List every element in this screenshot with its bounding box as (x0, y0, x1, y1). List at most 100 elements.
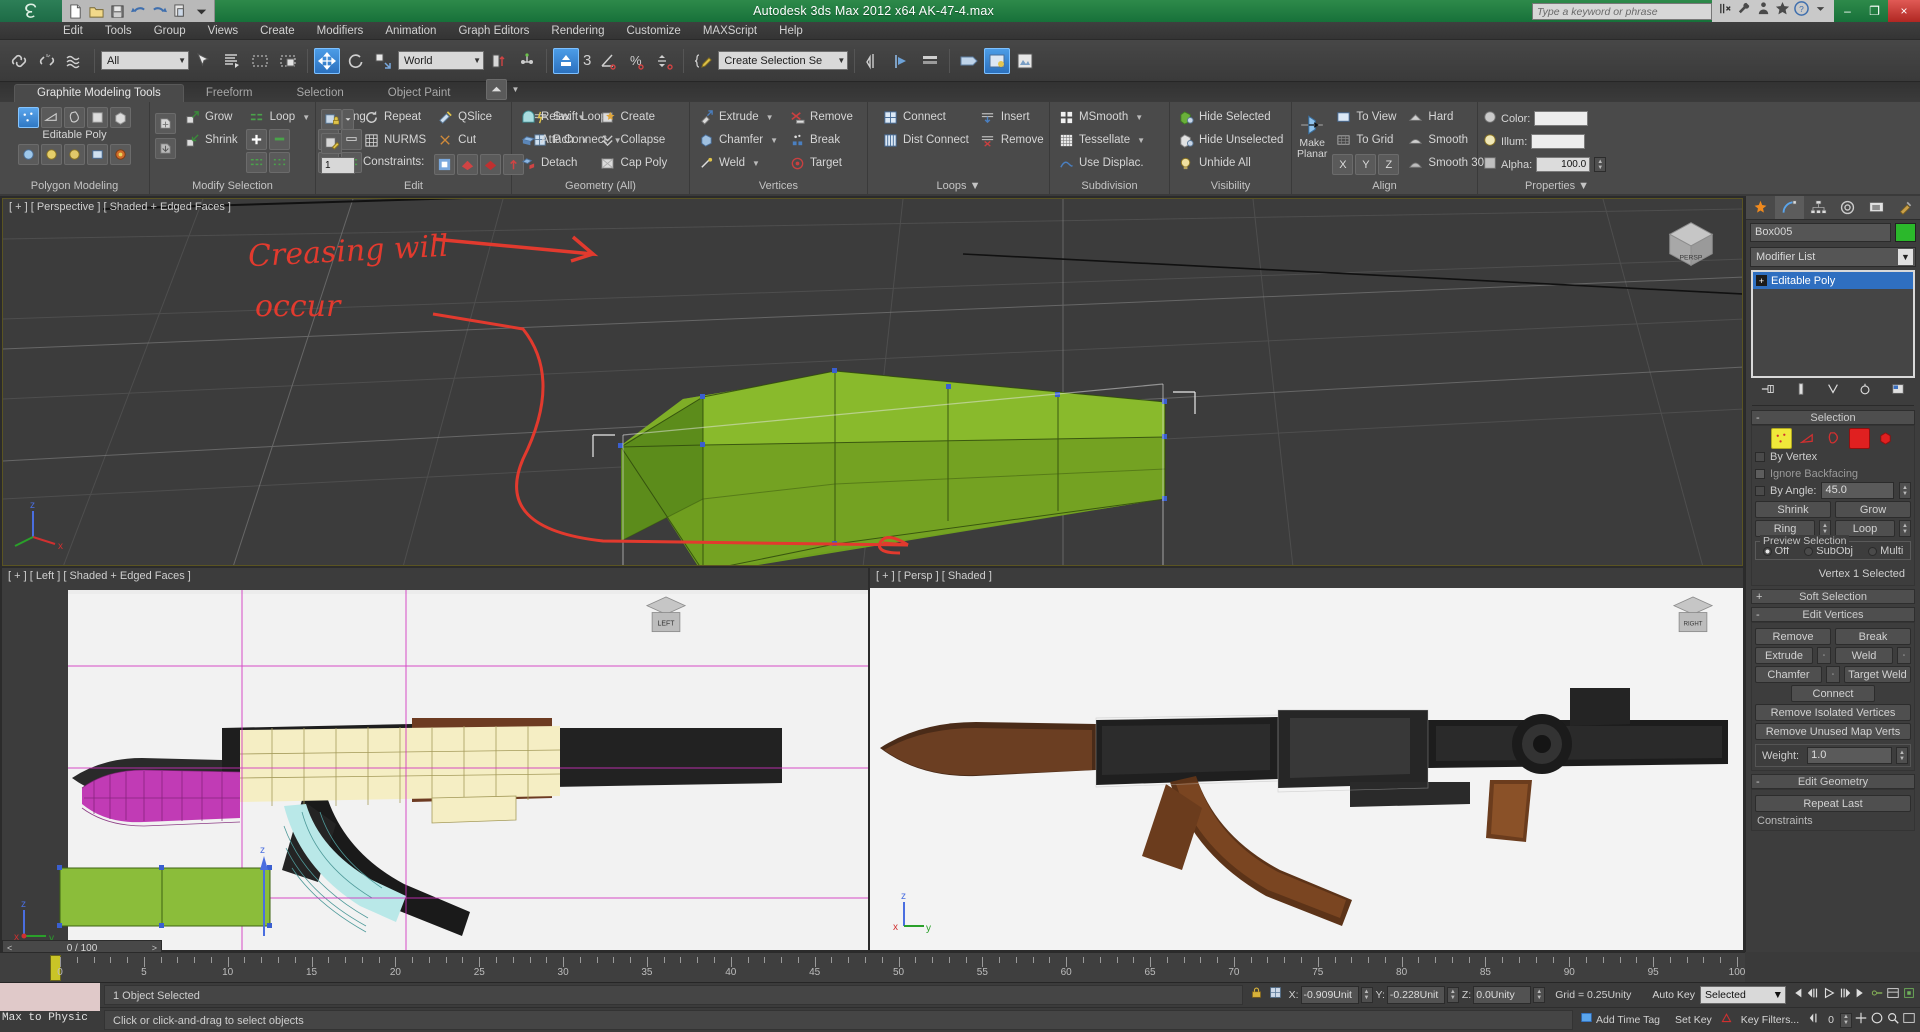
edit-lock-icon[interactable] (321, 109, 342, 130)
minimize-button[interactable]: – (1834, 0, 1861, 22)
collapse-button[interactable]: Collapse (597, 130, 671, 150)
add-time-tag-label[interactable]: Add Time Tag (1596, 1014, 1670, 1026)
help-icon-group[interactable]: ? (1712, 0, 1834, 22)
edit-paint-icon[interactable] (321, 133, 342, 154)
layer-manager-icon[interactable] (917, 48, 943, 74)
view-cube-perspective[interactable]: PERSP (1662, 215, 1720, 273)
chevron-down-icon[interactable]: ▼ (970, 180, 981, 192)
find-icon[interactable] (1718, 1, 1733, 21)
help-icon[interactable]: ? (1794, 1, 1809, 21)
element-subobject-icon[interactable] (110, 107, 131, 128)
constraint-face-icon[interactable] (480, 154, 502, 175)
edge-level-icon[interactable] (1797, 428, 1818, 449)
viewport-reference[interactable]: [ + ] [ Persp ] [ Shaded ] RIGHT z y x (870, 568, 1743, 950)
cap-poly-button[interactable]: Cap Poly (597, 153, 671, 173)
remove-button[interactable]: Remove (1755, 628, 1831, 645)
hard-button[interactable]: Hard (1404, 107, 1487, 127)
target-weld-button[interactable]: Target Weld (1844, 666, 1911, 683)
ignore-backfacing-checkbox[interactable] (1755, 468, 1765, 479)
by-angle-checkbox[interactable] (1755, 485, 1765, 496)
maxscript-mini-listener[interactable]: Max to Physic (0, 983, 100, 1032)
preview-multi-radio[interactable]: Multi (1868, 545, 1903, 557)
weld-settings-button[interactable]: ▫ (1897, 647, 1911, 664)
weight-row[interactable]: Weight: 1.0 ▲ ▼ (1755, 744, 1911, 767)
generate-topology-icon[interactable] (18, 144, 39, 165)
viewport-label-reference[interactable]: [ + ] [ Persp ] [ Shaded ] (876, 570, 992, 582)
show-end-result-icon[interactable] (1794, 382, 1808, 401)
modifier-list-combo[interactable]: Modifier List ▼ (1750, 247, 1916, 267)
chamfer-button[interactable]: Chamfer ▼ (695, 130, 781, 150)
dist-connect-button[interactable]: Dist Connect (879, 130, 972, 150)
target-weld-button[interactable]: Target (786, 153, 856, 173)
cut-button[interactable]: Cut (434, 130, 524, 150)
go-to-end-icon[interactable] (1854, 986, 1868, 1005)
tab-graphite-modeling-tools[interactable]: Graphite Modeling Tools (14, 84, 184, 102)
zoom-region-icon[interactable] (1886, 1011, 1900, 1030)
pan-view-icon[interactable] (1854, 1011, 1868, 1030)
modifier-stack[interactable]: + Editable Poly (1751, 270, 1915, 378)
display-tab-icon[interactable] (1862, 196, 1891, 219)
ignore-backfacing-checkbox-row[interactable]: Ignore Backfacing (1755, 465, 1911, 482)
rollout-header-soft-selection[interactable]: + Soft Selection (1751, 589, 1915, 604)
extrude-button[interactable]: Extrude (1755, 647, 1813, 664)
key-step-icon[interactable] (1808, 1011, 1822, 1030)
hide-selected-button[interactable]: Hide Selected (1175, 107, 1286, 127)
modifier-stack-item-editable-poly[interactable]: + Editable Poly (1753, 272, 1913, 289)
shrink-button[interactable]: Shrink (181, 130, 241, 150)
next-frame-icon[interactable] (1838, 986, 1852, 1005)
selection-filter-combo[interactable]: All ▼ (101, 51, 189, 70)
viewport-perspective[interactable]: [ + ] [ Perspective ] [ Shaded + Edged F… (2, 198, 1743, 566)
remove-vertex-button[interactable]: Remove (786, 107, 856, 127)
ribbon-tab-bar[interactable]: Graphite Modeling Tools Freeform Selecti… (0, 79, 1920, 102)
lock-selection-icon[interactable] (1247, 986, 1266, 1004)
select-and-manipulate-icon[interactable] (514, 48, 540, 74)
window-crossing-icon[interactable] (275, 48, 301, 74)
border-level-icon[interactable] (1823, 428, 1844, 449)
absolute-relative-toggle-icon[interactable] (1266, 986, 1285, 1004)
make-planar-button[interactable]: Make Planar (1297, 107, 1327, 165)
vertex-level-icon[interactable] (1770, 428, 1792, 449)
chevron-down-icon[interactable]: ▼ (1578, 180, 1589, 192)
grow-button[interactable]: Grow (181, 107, 241, 127)
by-angle-field[interactable]: 45.0 (1821, 482, 1894, 499)
add-time-tag-icon[interactable] (1577, 1011, 1596, 1029)
hierarchy-tab-icon[interactable] (1804, 196, 1833, 219)
edit-level-spinbox[interactable]: 1 (321, 157, 355, 174)
key-mode-combo[interactable]: Selected ▼ (1700, 986, 1786, 1004)
tab-object-paint[interactable]: Object Paint (366, 85, 473, 102)
use-displacement-button[interactable]: Use Displac. (1055, 153, 1148, 173)
extrude-weld-row[interactable]: Extrude ▫ Weld ▫ (1755, 647, 1911, 664)
loop-dot-right-icon[interactable] (268, 152, 290, 173)
alpha-field-row[interactable]: Alpha: 100.0 ▲ ▼ (1483, 155, 1607, 174)
quick-access-toolbar[interactable] (62, 0, 215, 22)
menu-item-tools[interactable]: Tools (94, 22, 143, 40)
qat-chevron-down-icon[interactable] (192, 2, 210, 20)
select-and-scale-icon[interactable] (370, 48, 396, 74)
graphite-ribbon[interactable]: Graphite Modeling Tools Freeform Selecti… (0, 79, 1920, 194)
extrude-settings-button[interactable]: ▫ (1817, 647, 1831, 664)
previous-frame-icon[interactable] (1806, 986, 1820, 1005)
create-tab-icon[interactable] (1746, 196, 1775, 219)
make-unique-icon[interactable] (1826, 382, 1840, 401)
by-angle-row[interactable]: By Angle: 45.0 ▲ ▼ (1755, 482, 1911, 499)
loop-spinner[interactable]: ▲ ▼ (1899, 520, 1911, 537)
qslice-button[interactable]: QSlice (434, 107, 524, 127)
rectangular-select-region-icon[interactable] (247, 48, 273, 74)
close-button[interactable]: × (1888, 0, 1920, 22)
utilities-tab-icon[interactable] (1891, 196, 1920, 219)
command-panel-tabs[interactable] (1746, 196, 1920, 220)
color-swatch[interactable] (1534, 111, 1589, 126)
full-interactivity-icon[interactable] (87, 144, 108, 165)
constraint-edge-icon[interactable] (457, 154, 479, 175)
collapse-icon[interactable]: - (1756, 412, 1760, 424)
align-z-axis-button[interactable]: Z (1378, 154, 1400, 175)
open-icon[interactable] (87, 2, 105, 20)
set-project-icon[interactable] (171, 2, 189, 20)
select-object-icon[interactable] (191, 48, 217, 74)
zoom-extents-icon[interactable] (1902, 986, 1916, 1005)
tab-selection[interactable]: Selection (274, 85, 365, 102)
use-pivot-point-center-icon[interactable] (486, 48, 512, 74)
maxscript-listener-field[interactable] (0, 983, 100, 1011)
animation-playback-controls[interactable] (1786, 986, 1920, 1005)
hide-unselected-button[interactable]: Hide Unselected (1175, 130, 1286, 150)
